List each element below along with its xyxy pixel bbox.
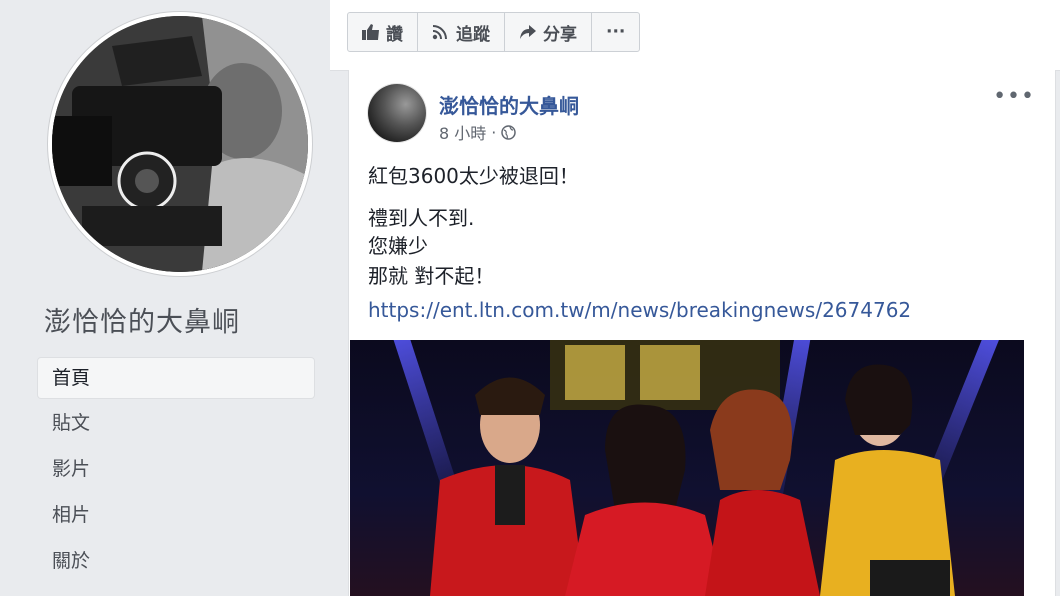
post-text-line: 禮到人不到.: [368, 206, 475, 230]
separator-dot: ·: [491, 122, 497, 142]
post-timestamp[interactable]: 8 小時: [439, 120, 486, 144]
nav-item-home[interactable]: 首頁: [38, 358, 314, 398]
main-column: 讚 追蹤 分享 ··· 澎恰恰的大鼻峒 8 小時 · ••• 紅包3600太少被…: [330, 0, 1060, 596]
more-label: ···: [606, 22, 626, 42]
camera-operator-image: [52, 16, 308, 272]
post-text-line: 您嫌少: [368, 234, 428, 258]
page-name[interactable]: 澎恰恰的大鼻峒: [44, 300, 240, 339]
left-column: 澎恰恰的大鼻峒 首頁 貼文 影片 相片 關於: [0, 0, 330, 596]
post-options-icon[interactable]: •••: [993, 84, 1035, 109]
like-label: 讚: [386, 24, 403, 45]
post-author-avatar[interactable]: [368, 84, 426, 142]
post-text-line: 紅包3600太少被退回！: [368, 164, 579, 188]
nav-item-about[interactable]: 關於: [38, 540, 314, 582]
post-meta: 8 小時 ·: [439, 120, 517, 144]
rss-icon: [432, 25, 447, 40]
post-author-name[interactable]: 澎恰恰的大鼻峒: [439, 90, 579, 119]
post-text-line: 那就 對不起！: [368, 264, 495, 288]
profile-picture[interactable]: [48, 12, 312, 276]
thumbs-up-icon: [362, 24, 379, 40]
post-card: 澎恰恰的大鼻峒 8 小時 · ••• 紅包3600太少被退回！ 禮到人不到. 您…: [348, 70, 1056, 596]
follow-label: 追蹤: [456, 24, 490, 45]
page-nav: 首頁 貼文 影片 相片 關於: [38, 358, 314, 586]
post-photo[interactable]: [350, 340, 1024, 596]
share-label: 分享: [543, 24, 577, 45]
action-button-group: 讚 追蹤 分享 ···: [347, 12, 641, 52]
follow-button[interactable]: 追蹤: [418, 13, 505, 51]
globe-icon[interactable]: [501, 124, 517, 140]
stage-photo-image: [430, 340, 955, 596]
share-arrow-icon: [520, 25, 536, 39]
share-button[interactable]: 分享: [505, 13, 592, 51]
page-action-bar: 讚 追蹤 分享 ···: [330, 0, 1060, 71]
like-button[interactable]: 讚: [348, 13, 418, 51]
post-link[interactable]: https://ent.ltn.com.tw/m/news/breakingne…: [368, 298, 911, 322]
profile-photo: [52, 16, 308, 272]
more-options-button[interactable]: ···: [592, 13, 639, 51]
nav-item-videos[interactable]: 影片: [38, 448, 314, 490]
nav-item-photos[interactable]: 相片: [38, 494, 314, 536]
nav-item-posts[interactable]: 貼文: [38, 402, 314, 444]
